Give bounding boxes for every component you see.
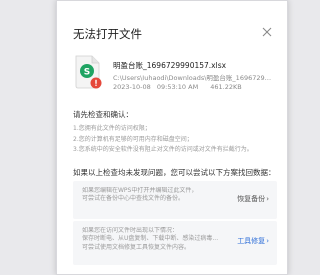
file-path: C:\Users\Iuhaodi\Downloads\明盈台账_16967299…	[113, 74, 275, 82]
card-line: 保存时断电、从U盘复制、下载中断、感染过病毒...	[82, 235, 219, 243]
restore-backup-link[interactable]: 恢复备份›	[237, 194, 269, 204]
file-date: 2023-10-08	[113, 83, 151, 91]
checks-heading: 请先检查和确认：	[73, 110, 133, 119]
check-item: 3.您系统中的安全软件没有阻止对文件的访问或对文件有拦截行为。	[73, 146, 253, 153]
excel-file-warning-icon: S	[73, 55, 103, 89]
card-line: 可尝试在备份中心中查找文件的备份。	[82, 195, 185, 203]
file-name: 明盈台账_1696729990157.xlsx	[113, 61, 227, 70]
file-size: 461.22KB	[210, 83, 242, 91]
check-item: 2.您的计算机有足够的可用内存和磁盘空间；	[73, 135, 193, 143]
tool-repair-label: 工具修复	[237, 237, 266, 245]
checks-list: 1.您拥有此文件的访问权限； 2.您的计算机有足够的可用内存和磁盘空间； 3.您…	[73, 124, 253, 156]
recovery-heading: 如果以上检查均未发现问题，您可以尝试以下方案找回数据：	[73, 168, 276, 177]
close-icon[interactable]	[260, 25, 274, 39]
svg-text:S: S	[84, 67, 90, 77]
tool-repair-link[interactable]: 工具修复›	[237, 236, 269, 246]
backup-card-text: 如果您编辑在WPS中打开并编辑过此文件， 可尝试在备份中心中查找文件的备份。	[82, 187, 220, 204]
file-time: 09:53:10 AM	[156, 83, 199, 91]
card-line: 可尝试使用文档修复工具恢复文件内容。	[82, 243, 191, 251]
chevron-right-icon: ›	[266, 195, 269, 203]
check-item: 1.您拥有此文件的访问权限；	[73, 125, 151, 132]
open-file-error-dialog: 无法打开文件 S 明盈台账_1696729990157.xlsx C:\User…	[56, 0, 288, 275]
dialog-title: 无法打开文件	[73, 27, 142, 41]
backup-recovery-card: 如果您编辑在WPS中打开并编辑过此文件， 可尝试在备份中心中查找文件的备份。 恢…	[73, 181, 277, 219]
repair-tool-card: 如果您在访问文件时出现以下情况： 保存时断电、从U盘复制、下载中断、感染过病毒.…	[73, 221, 277, 265]
repair-card-text: 如果您在访问文件时出现以下情况： 保存时断电、从U盘复制、下载中断、感染过病毒.…	[82, 227, 220, 252]
file-meta: 2023-10-08 09:53:10 AM 461.22KB	[113, 83, 242, 91]
chevron-right-icon: ›	[266, 237, 269, 245]
restore-backup-label: 恢复备份	[237, 195, 266, 203]
